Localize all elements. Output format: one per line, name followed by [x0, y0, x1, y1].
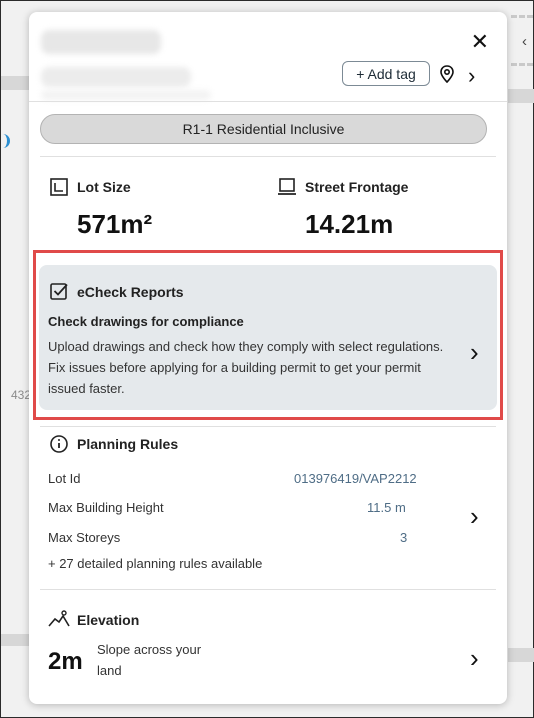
max-storeys-value: 3 [400, 530, 408, 545]
echeck-title: eCheck Reports [77, 284, 184, 300]
divider [40, 426, 496, 427]
lot-size-icon [50, 178, 68, 196]
property-panel: ✕ + Add tag › R1-1 Residential Inclusive… [29, 12, 507, 704]
elevation-value: 2m [48, 648, 83, 675]
lot-size-label: Lot Size [77, 179, 131, 195]
location-pin-icon[interactable] [439, 65, 455, 83]
map-boundary [511, 63, 533, 66]
address-subtitle-redacted [41, 67, 191, 87]
map-boundary [511, 15, 533, 18]
planning-rules-title: Planning Rules [77, 436, 179, 452]
lot-size-value: 571m² [77, 209, 153, 239]
collapse-panel-icon[interactable]: ‹ [522, 33, 527, 50]
lot-id-label: Lot Id [48, 471, 81, 486]
street-frontage-value: 14.21m [305, 209, 394, 239]
chevron-right-icon[interactable]: › [470, 503, 479, 529]
zoning-badge[interactable]: R1-1 Residential Inclusive [40, 114, 487, 144]
chevron-right-icon[interactable]: › [470, 645, 479, 671]
elevation-title: Elevation [77, 612, 140, 628]
max-building-height-value: 11.5 m [367, 500, 406, 515]
chevron-right-icon[interactable]: › [470, 339, 479, 365]
max-storeys-label: Max Storeys [48, 530, 121, 545]
address-title-redacted [41, 30, 161, 54]
max-building-height-label: Max Building Height [48, 500, 164, 515]
info-icon [50, 435, 68, 453]
street-frontage-label: Street Frontage [305, 179, 409, 195]
lot-id-value[interactable]: 013976419/VAP2212 [294, 471, 417, 486]
divider [40, 156, 496, 157]
checkbox-icon [50, 283, 68, 300]
map-road [508, 89, 534, 103]
map-marker[interactable] [1, 134, 10, 148]
next-property-icon[interactable]: › [468, 63, 475, 89]
elevation-description: Slope across your land [97, 642, 202, 678]
divider [40, 589, 496, 590]
add-tag-button[interactable]: + Add tag [342, 61, 430, 86]
divider [29, 101, 507, 102]
close-icon[interactable]: ✕ [471, 31, 489, 53]
echeck-subtitle: Check drawings for compliance [48, 314, 244, 329]
address-detail-redacted [41, 90, 211, 100]
street-frontage-icon [278, 178, 296, 195]
map-road [1, 634, 31, 646]
more-rules-text: + 27 detailed planning rules available [48, 556, 263, 571]
map-road [508, 648, 534, 662]
terrain-icon [48, 610, 70, 627]
echeck-description: Upload drawings and check how they compl… [48, 339, 444, 396]
